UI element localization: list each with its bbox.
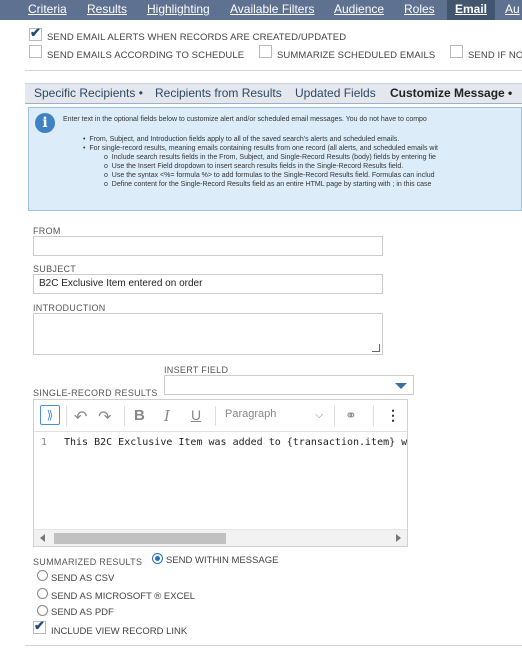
- subtab-customize-message[interactable]: Customize Message •: [390, 86, 512, 100]
- toolbar-separator: [66, 406, 67, 426]
- send-within-label: SEND WITHIN MESSAGE: [166, 555, 279, 566]
- scroll-right-icon[interactable]: [396, 534, 401, 542]
- info-sub-bullet: o Use the Insert Field dropdown to inser…: [104, 163, 404, 170]
- info-bullet-text: From, Subject, and Introduction fields a…: [89, 136, 400, 143]
- tab-criteria[interactable]: Criteria: [28, 0, 67, 20]
- send-alerts-label: SEND EMAIL ALERTS WHEN RECORDS ARE CREAT…: [47, 32, 347, 43]
- toolbar-separator: [334, 406, 335, 426]
- info-sub-bullet: o Define content for the Single-Record R…: [104, 181, 432, 188]
- more-options-icon[interactable]: ⋮: [386, 407, 400, 424]
- toolbar-separator: [124, 406, 125, 426]
- subtab-underline: [25, 103, 522, 104]
- bold-icon[interactable]: B: [134, 407, 145, 424]
- checkmark-icon: ✔: [30, 25, 41, 40]
- scroll-left-icon[interactable]: [40, 534, 45, 542]
- chevron-down-icon: ⌵: [315, 409, 324, 421]
- info-line: Enter text in the optional fields below …: [63, 116, 427, 123]
- info-icon: i: [35, 113, 55, 133]
- send-schedule-label: SEND EMAILS ACCORDING TO SCHEDULE: [47, 50, 245, 61]
- send-as-excel-radio[interactable]: [37, 588, 48, 599]
- resize-handle-icon[interactable]: [372, 344, 380, 352]
- send-as-csv-label: SEND AS CSV: [51, 573, 115, 584]
- summarized-results-label: SUMMARIZED RESULTS: [33, 557, 143, 567]
- scrollbar-thumb[interactable]: [54, 533, 226, 544]
- source-toggle-icon[interactable]: ⟫: [40, 405, 60, 425]
- info-sub-bullet-text: Include search results fields in the Fro…: [111, 154, 436, 161]
- info-bullet: • From, Subject, and Introduction fields…: [83, 136, 400, 143]
- send-if-checkbox[interactable]: [450, 45, 463, 58]
- send-as-excel-label: SEND AS MICROSOFT ® EXCEL: [51, 591, 196, 602]
- info-bullet: • For single-record results, meaning ema…: [83, 145, 438, 152]
- redo-icon[interactable]: ↷: [98, 407, 111, 427]
- introduction-label: INTRODUCTION: [33, 303, 106, 313]
- toolbar-separator: [373, 406, 374, 426]
- from-label: FROM: [33, 226, 61, 236]
- introduction-textarea[interactable]: [33, 313, 383, 355]
- subtab-updated-fields[interactable]: Updated Fields: [295, 86, 376, 100]
- toolbar-separator: [215, 406, 216, 426]
- tab-roles[interactable]: Roles: [404, 0, 435, 20]
- send-alerts-checkbox[interactable]: ✔: [29, 25, 42, 41]
- tab-available-filters[interactable]: Available Filters: [230, 0, 314, 20]
- italic-icon[interactable]: I: [164, 407, 170, 425]
- editor-code-text[interactable]: This B2C Exclusive Item was added to {tr…: [64, 437, 407, 448]
- info-sub-bullet: o Use the syntax <%= formula %> to add f…: [104, 172, 435, 179]
- link-icon[interactable]: ⚭: [345, 407, 357, 424]
- send-within-radio[interactable]: [152, 553, 163, 564]
- include-view-record-link-checkbox[interactable]: ✔: [33, 618, 46, 634]
- tab-results[interactable]: Results: [87, 0, 127, 20]
- insert-field-select[interactable]: [164, 375, 414, 395]
- info-sub-bullet: o Include search results fields in the F…: [104, 154, 436, 161]
- top-tab-bar: Criteria Results Highlighting Available …: [0, 0, 522, 20]
- paragraph-style-select[interactable]: Paragraph: [225, 408, 276, 420]
- send-as-csv-radio[interactable]: [37, 570, 48, 581]
- info-sub-bullet-text: Define content for the Single-Record Res…: [111, 181, 432, 188]
- subtab-specific-recipients[interactable]: Specific Recipients •: [34, 86, 143, 100]
- underline-icon[interactable]: U: [191, 407, 201, 423]
- insert-field-label: INSERT FIELD: [164, 365, 229, 375]
- divider: [25, 70, 522, 71]
- subtab-recipients-from-results[interactable]: Recipients from Results: [155, 86, 282, 100]
- undo-icon[interactable]: ↶: [74, 407, 87, 427]
- editor-toolbar: ⟫ ↶ ↷ B I U Paragraph ⌵ ⚭ ⋮: [34, 400, 407, 432]
- bottom-divider: [25, 645, 522, 646]
- info-box: i Enter text in the optional fields belo…: [28, 107, 522, 211]
- from-input[interactable]: [33, 236, 383, 256]
- summarize-label: SUMMARIZE SCHEDULED EMAILS: [277, 50, 436, 61]
- send-as-pdf-label: SEND AS PDF: [51, 607, 114, 618]
- send-if-label: SEND IF NO: [468, 50, 522, 61]
- tab-highlighting[interactable]: Highlighting: [147, 0, 210, 20]
- subject-input[interactable]: B2C Exclusive Item entered on order: [33, 274, 383, 294]
- line-number: 1: [41, 437, 48, 448]
- tab-audit-partial[interactable]: Au: [505, 0, 520, 20]
- subject-label: SUBJECT: [33, 264, 77, 274]
- info-sub-bullet-text: Use the Insert Field dropdown to insert …: [111, 163, 404, 170]
- send-as-pdf-radio[interactable]: [37, 605, 48, 616]
- info-bullet-text: For single-record results, meaning email…: [89, 145, 438, 152]
- horizontal-scrollbar[interactable]: [34, 529, 407, 546]
- include-view-record-link-label: INCLUDE VIEW RECORD LINK: [51, 626, 188, 637]
- subtab-bar: Specific Recipients • Recipients from Re…: [25, 83, 522, 103]
- single-record-results-label: SINGLE-RECORD RESULTS: [33, 388, 158, 398]
- checkmark-icon: ✔: [34, 618, 45, 633]
- code-editor[interactable]: ⟫ ↶ ↷ B I U Paragraph ⌵ ⚭ ⋮ 1 This B2C E…: [33, 399, 408, 547]
- tab-audience[interactable]: Audience: [334, 0, 384, 20]
- editor-line: 1 This B2C Exclusive Item was added to {…: [34, 433, 407, 451]
- tab-email[interactable]: Email: [447, 0, 496, 20]
- info-sub-bullet-text: Use the syntax <%= formula %> to add for…: [111, 172, 435, 179]
- summarize-checkbox[interactable]: [259, 45, 272, 58]
- dropdown-caret-icon: [395, 383, 407, 389]
- send-schedule-checkbox[interactable]: [29, 45, 42, 58]
